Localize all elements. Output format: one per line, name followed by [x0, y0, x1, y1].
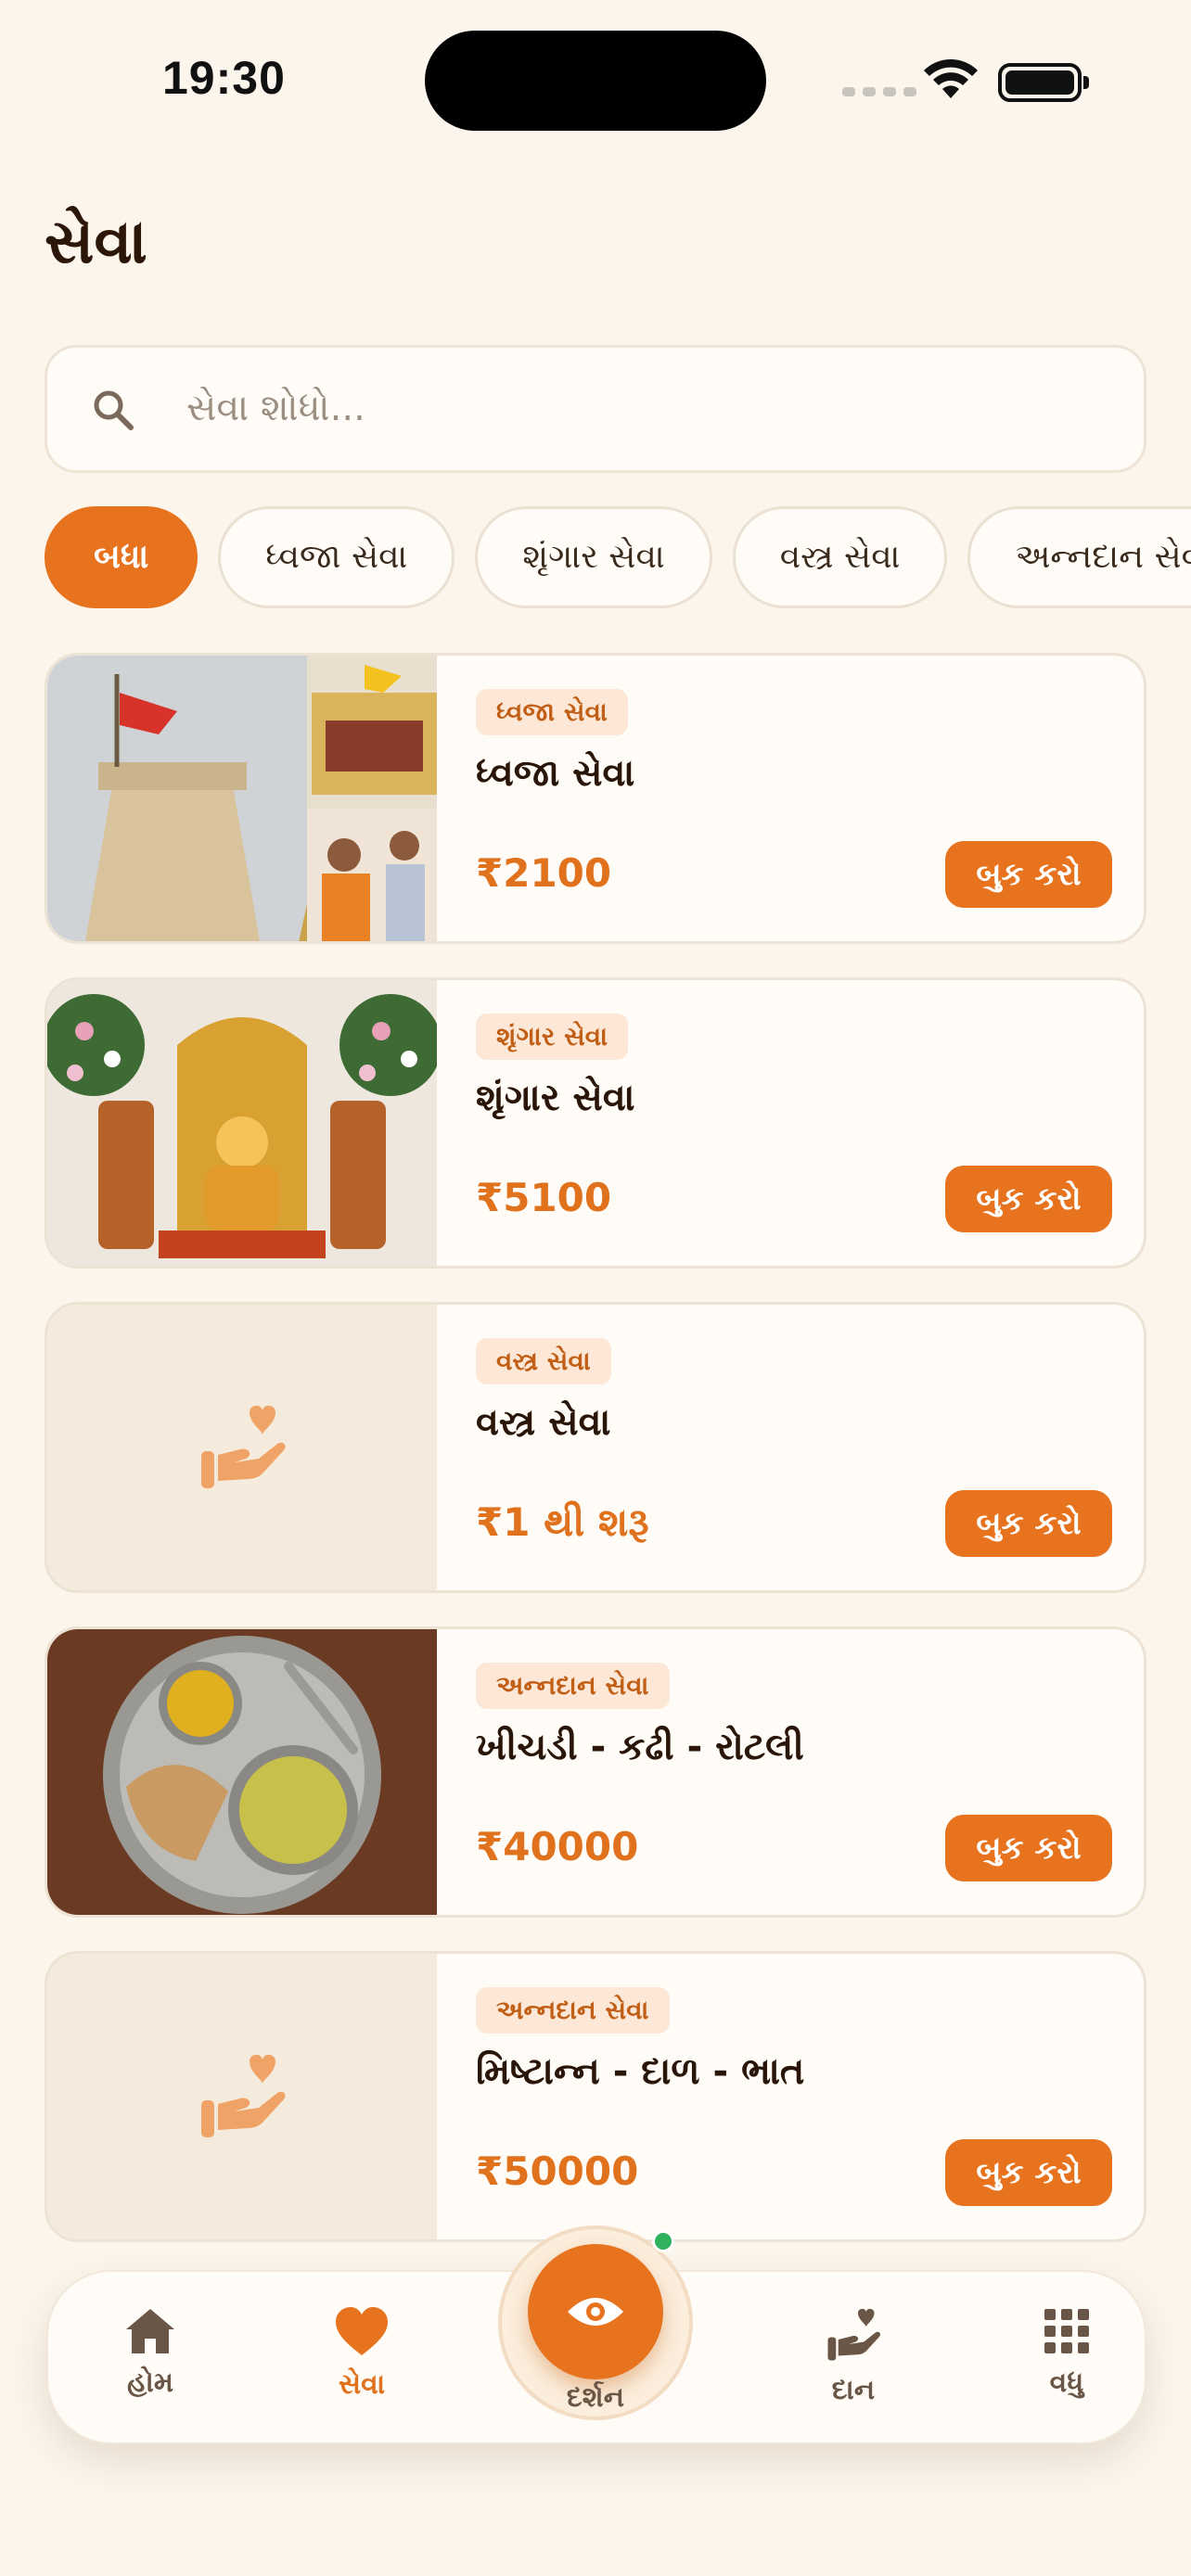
- book-button[interactable]: બુક કરો: [945, 1166, 1112, 1232]
- nav-daan-label: દાન: [831, 2374, 876, 2406]
- card-category-tag: અન્નદાન સેવા: [476, 1663, 670, 1709]
- card-price: ₹5100: [476, 1175, 612, 1220]
- filter-chip-all[interactable]: બધા: [45, 506, 198, 608]
- card-title: શૃંગાર સેવા: [476, 1077, 635, 1119]
- search-input[interactable]: [186, 366, 1114, 450]
- card-price: ₹1 થી શરૂ: [476, 1499, 649, 1545]
- seva-card[interactable]: વસ્ત્ર સેવા વસ્ત્ર સેવા ₹1 થી શરૂ બુક કર…: [45, 1302, 1146, 1593]
- nav-darshan-label: દર્શન: [566, 2381, 625, 2414]
- card-title: ધ્વજા સેવા: [476, 752, 635, 795]
- book-button[interactable]: બુક કરો: [945, 1490, 1112, 1557]
- filter-chips: બધા ધ્વજા સેવા શૃંગાર સેવા વસ્ત્ર સેવા અન્નદ…: [45, 506, 1191, 610]
- filter-chip-shringar[interactable]: શૃંગાર સેવા: [475, 506, 712, 608]
- seva-card[interactable]: ધ્વજા સેવા ધ્વજા સેવા ₹2100 બુક કરો: [45, 653, 1146, 944]
- card-price: ₹50000: [476, 2149, 639, 2194]
- filter-chip-dhvaja[interactable]: ધ્વજા સેવા: [218, 506, 455, 608]
- card-price: ₹2100: [476, 850, 612, 896]
- filter-chip-annadan[interactable]: અન્નદાન સેવા: [967, 506, 1191, 608]
- food-thali-image: [47, 1629, 437, 1915]
- status-bar: 19:30: [0, 0, 1191, 167]
- deity-decoration-image: [47, 980, 437, 1266]
- card-title: ખીચડી - કઢી - રોટલી: [476, 1726, 804, 1768]
- darshan-button[interactable]: [528, 2244, 663, 2379]
- book-button[interactable]: બુક કરો: [945, 2139, 1112, 2206]
- search-bar[interactable]: [45, 345, 1146, 473]
- card-title: મિષ્ટાન્ન - દાળ - ભાત: [476, 2050, 805, 2093]
- search-icon: [94, 390, 134, 430]
- filter-chip-vastra[interactable]: વસ્ત્ર સેવા: [732, 506, 948, 608]
- status-time: 19:30: [162, 52, 286, 104]
- dynamic-island: [425, 31, 766, 131]
- card-category-tag: ધ્વજા સેવા: [476, 689, 628, 735]
- seva-card[interactable]: અન્નદાન સેવા ખીચડી - કઢી - રોટલી ₹40000 …: [45, 1626, 1146, 1918]
- live-status-dot: [652, 2230, 674, 2252]
- hand-heart-placeholder: [47, 1954, 437, 2239]
- card-category-tag: શૃંગાર સેવા: [476, 1014, 629, 1060]
- nav-seva-label: સેવા: [338, 2368, 386, 2401]
- grid-icon: [1044, 2309, 1089, 2353]
- temple-flag-image: [47, 656, 437, 941]
- seva-card[interactable]: અન્નદાન સેવા મિષ્ટાન્ન - દાળ - ભાત ₹5000…: [45, 1951, 1146, 2242]
- cellular-signal-icon: [842, 87, 916, 96]
- hand-heart-icon: [201, 1405, 286, 1488]
- book-button[interactable]: બુક કરો: [945, 1815, 1112, 1881]
- nav-seva[interactable]: સેવા: [292, 2307, 431, 2401]
- page-title: સેવા: [45, 206, 147, 277]
- eye-icon: [568, 2298, 623, 2326]
- nav-more[interactable]: વધુ: [997, 2307, 1136, 2399]
- hand-heart-icon: [827, 2308, 881, 2361]
- battery-icon: [998, 63, 1089, 102]
- nav-home-label: હોમ: [126, 2366, 173, 2399]
- nav-home[interactable]: હોમ: [81, 2307, 220, 2399]
- nav-more-label: વધુ: [1049, 2366, 1084, 2399]
- home-icon: [126, 2309, 174, 2353]
- heart-icon: [336, 2307, 388, 2355]
- book-button[interactable]: બુક કરો: [945, 841, 1112, 908]
- seva-card[interactable]: શૃંગાર સેવા શૃંગાર સેવા ₹5100 બુક કરો: [45, 977, 1146, 1269]
- card-category-tag: અન્નદાન સેવા: [476, 1987, 670, 2034]
- nav-daan[interactable]: દાન: [784, 2307, 923, 2406]
- card-title: વસ્ત્ર સેવા: [476, 1401, 611, 1444]
- wifi-icon: [924, 59, 978, 98]
- card-price: ₹40000: [476, 1824, 639, 1869]
- hand-heart-icon: [201, 2054, 286, 2137]
- hand-heart-placeholder: [47, 1305, 437, 1590]
- card-category-tag: વસ્ત્ર સેવા: [476, 1338, 611, 1384]
